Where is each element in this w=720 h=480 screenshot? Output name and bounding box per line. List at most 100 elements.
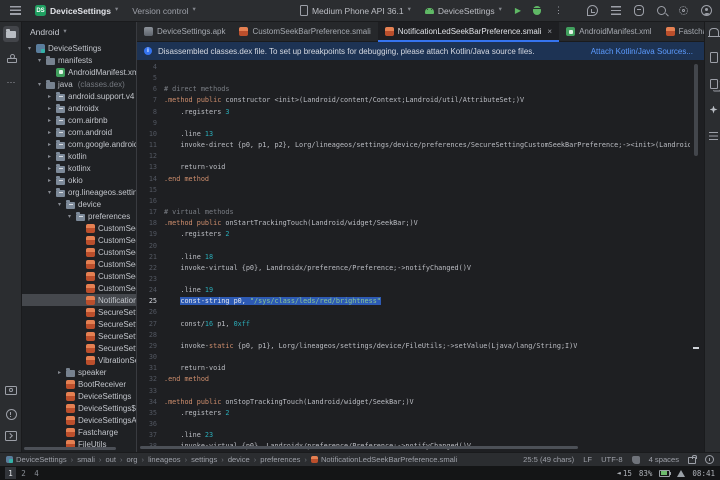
tree-item-preferences[interactable]: ▾preferences bbox=[22, 210, 136, 222]
tree-item-notificationle[interactable]: NotificationLe bbox=[22, 294, 136, 306]
tree-item-customseekb[interactable]: CustomSeekB bbox=[22, 282, 136, 294]
tab-androidmanifest-xml[interactable]: AndroidManifest.xml bbox=[559, 22, 658, 41]
encoding-widget[interactable]: UTF-8 bbox=[601, 455, 623, 464]
tree-item-androidmanifest-xml[interactable]: AndroidManifest.xml bbox=[22, 66, 136, 78]
tree-item-fastcharge[interactable]: Fastcharge bbox=[22, 426, 136, 438]
line-number[interactable]: 12 bbox=[137, 151, 164, 162]
line-number[interactable]: 18 bbox=[137, 218, 164, 229]
terminal-tool-button[interactable] bbox=[3, 428, 19, 444]
code-line[interactable]: # direct methods bbox=[164, 84, 229, 95]
line-separator-widget[interactable]: LF bbox=[583, 455, 592, 464]
line-number[interactable]: 11 bbox=[137, 140, 164, 151]
chevron-down-icon[interactable]: ▾ bbox=[46, 189, 53, 196]
tree-item-android-support-v4[interactable]: ▸android.support.v4 bbox=[22, 90, 136, 102]
close-icon[interactable]: × bbox=[547, 27, 552, 36]
more-actions-icon[interactable]: ⋮ bbox=[554, 5, 563, 16]
line-number[interactable]: 33 bbox=[137, 386, 164, 397]
breadcrumb-item-smali[interactable]: smali bbox=[77, 455, 95, 464]
structure-tool-button[interactable] bbox=[3, 50, 19, 66]
breadcrumb-item-out[interactable]: out bbox=[105, 455, 116, 464]
settings-icon[interactable] bbox=[679, 6, 688, 15]
line-number[interactable]: 20 bbox=[137, 241, 164, 252]
code-line[interactable]: .line 18 bbox=[164, 252, 213, 263]
chevron-down-icon[interactable]: ▾ bbox=[66, 213, 73, 220]
line-number[interactable]: 32 bbox=[137, 374, 164, 385]
workspace-1[interactable]: 1 bbox=[5, 467, 16, 479]
code-line[interactable]: .registers 3 bbox=[164, 107, 229, 118]
gemini-button[interactable] bbox=[708, 104, 719, 115]
chevron-right-icon[interactable]: ▸ bbox=[46, 105, 53, 112]
code-line[interactable]: return-void bbox=[164, 162, 225, 173]
chevron-right-icon[interactable]: ▸ bbox=[46, 165, 53, 172]
chevron-down-icon[interactable]: ▾ bbox=[36, 81, 43, 88]
task-list-icon[interactable] bbox=[611, 6, 621, 15]
tree-item-customseekb[interactable]: CustomSeekB bbox=[22, 258, 136, 270]
tab-customseekbarpreference-smali[interactable]: CustomSeekBarPreference.smali bbox=[232, 22, 377, 41]
more-tool-windows-button[interactable]: ⋯ bbox=[3, 74, 19, 90]
breadcrumb-item-notificationledseekbarpreference-smali[interactable]: NotificationLedSeekBarPreference.smali bbox=[311, 455, 457, 464]
tab-notificationledseekbarpreference-smali[interactable]: NotificationLedSeekBarPreference.smali× bbox=[378, 22, 559, 41]
code-line[interactable]: invoke-direct {p0, p1, p2}, Lorg/lineage… bbox=[164, 140, 690, 151]
line-number[interactable]: 30 bbox=[137, 352, 164, 363]
bug-report-icon[interactable] bbox=[634, 5, 644, 16]
breadcrumb-item-settings[interactable]: settings bbox=[191, 455, 217, 464]
line-number[interactable]: 8 bbox=[137, 107, 164, 118]
readonly-toggle-icon[interactable] bbox=[688, 457, 696, 464]
line-number[interactable]: 31 bbox=[137, 363, 164, 374]
chevron-down-icon[interactable]: ▾ bbox=[36, 57, 43, 64]
breadcrumb-item-preferences[interactable]: preferences bbox=[260, 455, 300, 464]
line-number[interactable]: 9 bbox=[137, 118, 164, 129]
tree-item-securesetting[interactable]: SecureSetting bbox=[22, 342, 136, 354]
tree-item-customseekb[interactable]: CustomSeekB bbox=[22, 234, 136, 246]
line-number[interactable]: 37 bbox=[137, 430, 164, 441]
code-line[interactable]: const-string p0, "/sys/class/leds/red/br… bbox=[164, 296, 381, 307]
code-line[interactable]: .registers 2 bbox=[164, 408, 229, 419]
tree-item-speaker[interactable]: ▸speaker bbox=[22, 366, 136, 378]
line-number[interactable]: 7 bbox=[137, 95, 164, 106]
line-number[interactable]: 34 bbox=[137, 397, 164, 408]
code-line[interactable]: .method public onStopTrackingTouch(Landr… bbox=[164, 397, 414, 408]
search-everywhere-icon[interactable] bbox=[657, 6, 666, 15]
line-number[interactable]: 4 bbox=[137, 62, 164, 73]
tree-item-customseekb[interactable]: CustomSeekB bbox=[22, 222, 136, 234]
tree-item-org-lineageos-settings[interactable]: ▾org.lineageos.settings bbox=[22, 186, 136, 198]
debug-button[interactable] bbox=[533, 6, 541, 15]
project-tool-button[interactable] bbox=[3, 26, 19, 42]
problems-tool-button[interactable] bbox=[3, 406, 19, 422]
line-number[interactable]: 22 bbox=[137, 263, 164, 274]
chevron-right-icon[interactable]: ▸ bbox=[46, 117, 53, 124]
line-number[interactable]: 25 bbox=[137, 296, 164, 307]
code-line[interactable]: .registers 2 bbox=[164, 229, 229, 240]
notifications-button[interactable] bbox=[708, 26, 719, 37]
tree-item-com-android[interactable]: ▸com.android bbox=[22, 126, 136, 138]
vertical-scrollbar[interactable] bbox=[694, 64, 698, 156]
line-number[interactable]: 26 bbox=[137, 307, 164, 318]
main-menu-icon[interactable] bbox=[10, 6, 21, 15]
tab-devicesettings-apk[interactable]: DeviceSettings.apk bbox=[137, 22, 232, 41]
profile-icon[interactable] bbox=[701, 5, 712, 16]
line-number[interactable]: 29 bbox=[137, 341, 164, 352]
inspections-widget-icon[interactable] bbox=[705, 455, 714, 464]
tree-item-securesetting[interactable]: SecureSetting bbox=[22, 318, 136, 330]
line-number[interactable]: 24 bbox=[137, 285, 164, 296]
chevron-down-icon[interactable]: ▾ bbox=[56, 201, 63, 208]
tree-item-securesetting[interactable]: SecureSetting bbox=[22, 306, 136, 318]
code-line[interactable]: .end method bbox=[164, 174, 209, 185]
chevron-right-icon[interactable]: ▸ bbox=[46, 93, 53, 100]
code-line[interactable]: .end method bbox=[164, 374, 209, 385]
device-selector[interactable]: Medium Phone API 36.1 ▾ bbox=[296, 3, 415, 18]
code-line[interactable]: .method public constructor <init>(Landro… bbox=[164, 95, 524, 106]
tree-item-customseekb[interactable]: CustomSeekB bbox=[22, 246, 136, 258]
tree-item-kotlinx[interactable]: ▸kotlinx bbox=[22, 162, 136, 174]
running-devices-button[interactable] bbox=[708, 78, 719, 89]
code-line[interactable]: invoke-static {p0, p1}, Lorg/lineageos/s… bbox=[164, 341, 577, 352]
tree-item-customseekb[interactable]: CustomSeekB bbox=[22, 270, 136, 282]
code-line[interactable]: .line 19 bbox=[164, 285, 213, 296]
run-configuration[interactable]: DeviceSettings ▾ bbox=[421, 4, 506, 18]
tree-item-devicesettingsa[interactable]: DeviceSettingsA bbox=[22, 414, 136, 426]
line-number[interactable]: 28 bbox=[137, 330, 164, 341]
line-number[interactable]: 23 bbox=[137, 274, 164, 285]
chevron-right-icon[interactable]: ▸ bbox=[56, 369, 63, 376]
code-line[interactable]: .line 23 bbox=[164, 430, 213, 441]
code-line[interactable]: const/16 p1, 0xff bbox=[164, 319, 250, 330]
